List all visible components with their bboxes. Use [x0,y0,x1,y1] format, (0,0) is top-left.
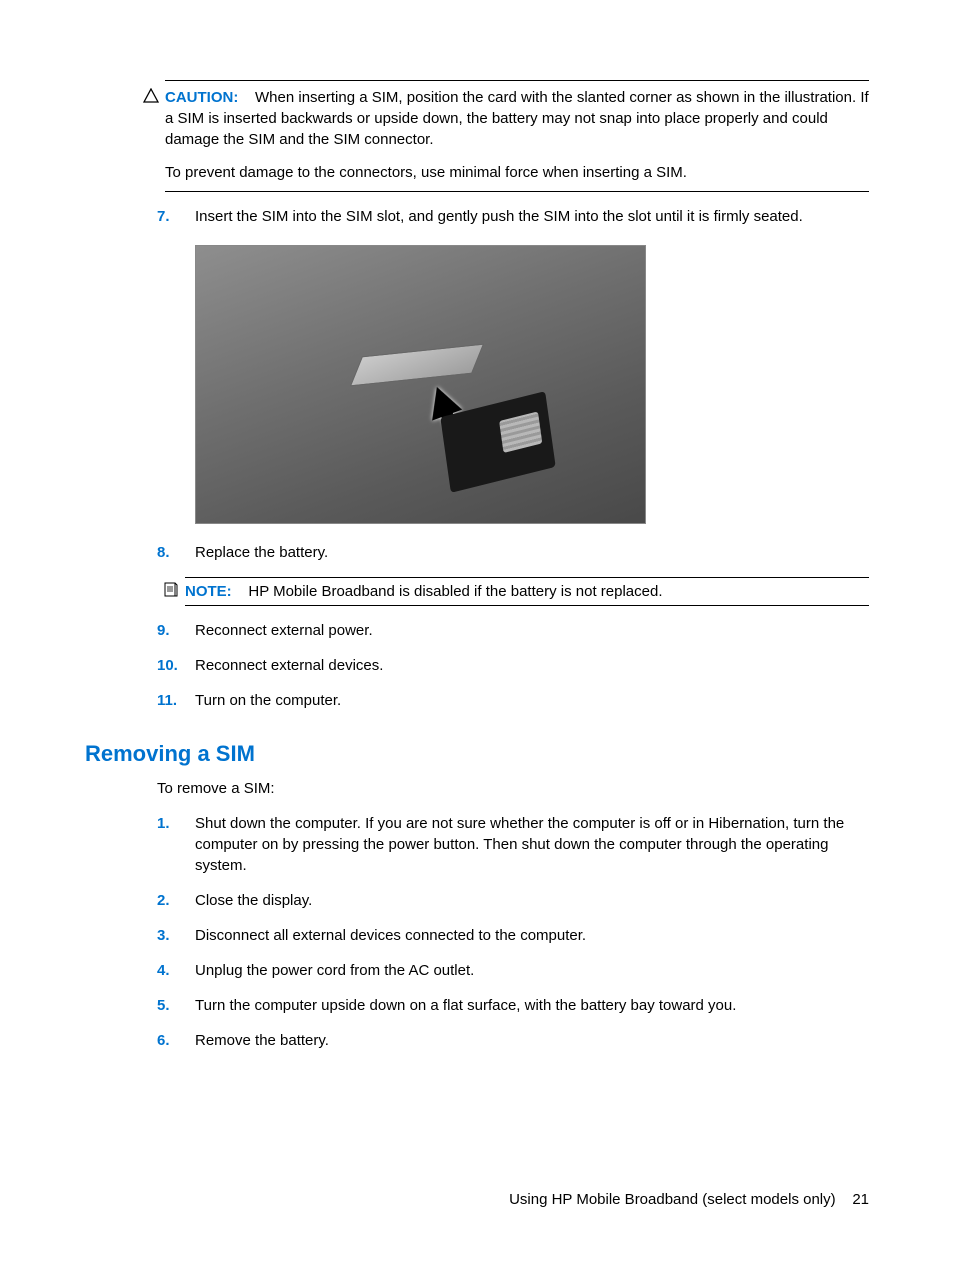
steps-list-a: 7. Insert the SIM into the SIM slot, and… [85,206,869,227]
footer-text: Using HP Mobile Broadband (select models… [509,1191,836,1208]
step-text: Turn the computer upside down on a flat … [195,997,736,1014]
step-text: Reconnect external devices. [195,657,383,674]
steps-list-b: 8. Replace the battery. [85,542,869,563]
note-body: HP Mobile Broadband is disabled if the b… [248,583,662,600]
step-9: 9. Reconnect external power. [85,620,869,641]
caution-para2: To prevent damage to the connectors, use… [165,162,869,183]
remove-step-4: 4. Unplug the power cord from the AC out… [85,960,869,981]
page-number: 21 [852,1191,869,1208]
sim-insert-illustration [195,245,646,524]
section-intro: To remove a SIM: [157,778,869,799]
step-text: Reconnect external power. [195,622,373,639]
step-number: 11. [157,690,177,711]
caution-para1: When inserting a SIM, position the card … [165,89,869,148]
sim-slot-shape [350,344,484,387]
remove-step-1: 1. Shut down the computer. If you are no… [85,813,869,876]
step-7: 7. Insert the SIM into the SIM slot, and… [85,206,869,227]
step-number: 5. [157,995,170,1016]
remove-step-5: 5. Turn the computer upside down on a fl… [85,995,869,1016]
caution-callout: CAUTION: When inserting a SIM, position … [165,80,869,192]
remove-step-6: 6. Remove the battery. [85,1030,869,1051]
step-8: 8. Replace the battery. [85,542,869,563]
note-callout: NOTE: HP Mobile Broadband is disabled if… [185,577,869,606]
note-text: HP Mobile Broadband is disabled if the b… [236,583,663,600]
document-page: CAUTION: When inserting a SIM, position … [0,0,954,1270]
step-text: Insert the SIM into the SIM slot, and ge… [195,208,803,225]
step-number: 6. [157,1030,170,1051]
step-text: Close the display. [195,892,312,909]
note-label: NOTE: [185,583,232,600]
caution-triangle-icon [143,88,159,104]
step-11: 11. Turn on the computer. [85,690,869,711]
step-text: Shut down the computer. If you are not s… [195,815,844,874]
note-page-icon [163,582,179,598]
step-text: Remove the battery. [195,1032,329,1049]
step-number: 2. [157,890,170,911]
caution-label: CAUTION: [165,89,238,106]
step-number: 9. [157,620,170,641]
removing-sim-steps: 1. Shut down the computer. If you are no… [85,813,869,1051]
step-number: 4. [157,960,170,981]
step-number: 7. [157,206,170,227]
remove-step-2: 2. Close the display. [85,890,869,911]
caution-text-1: When inserting a SIM, position the card … [165,89,869,148]
step-number: 3. [157,925,170,946]
step-text: Turn on the computer. [195,692,341,709]
step-text: Replace the battery. [195,544,328,561]
step-text: Disconnect all external devices connecte… [195,927,586,944]
steps-list-c: 9. Reconnect external power. 10. Reconne… [85,620,869,711]
step-number: 10. [157,655,178,676]
step-10: 10. Reconnect external devices. [85,655,869,676]
section-heading-removing-sim: Removing a SIM [85,739,869,770]
step-text: Unplug the power cord from the AC outlet… [195,962,474,979]
step-number: 8. [157,542,170,563]
page-footer: Using HP Mobile Broadband (select models… [509,1189,869,1210]
step-number: 1. [157,813,170,834]
remove-step-3: 3. Disconnect all external devices conne… [85,925,869,946]
